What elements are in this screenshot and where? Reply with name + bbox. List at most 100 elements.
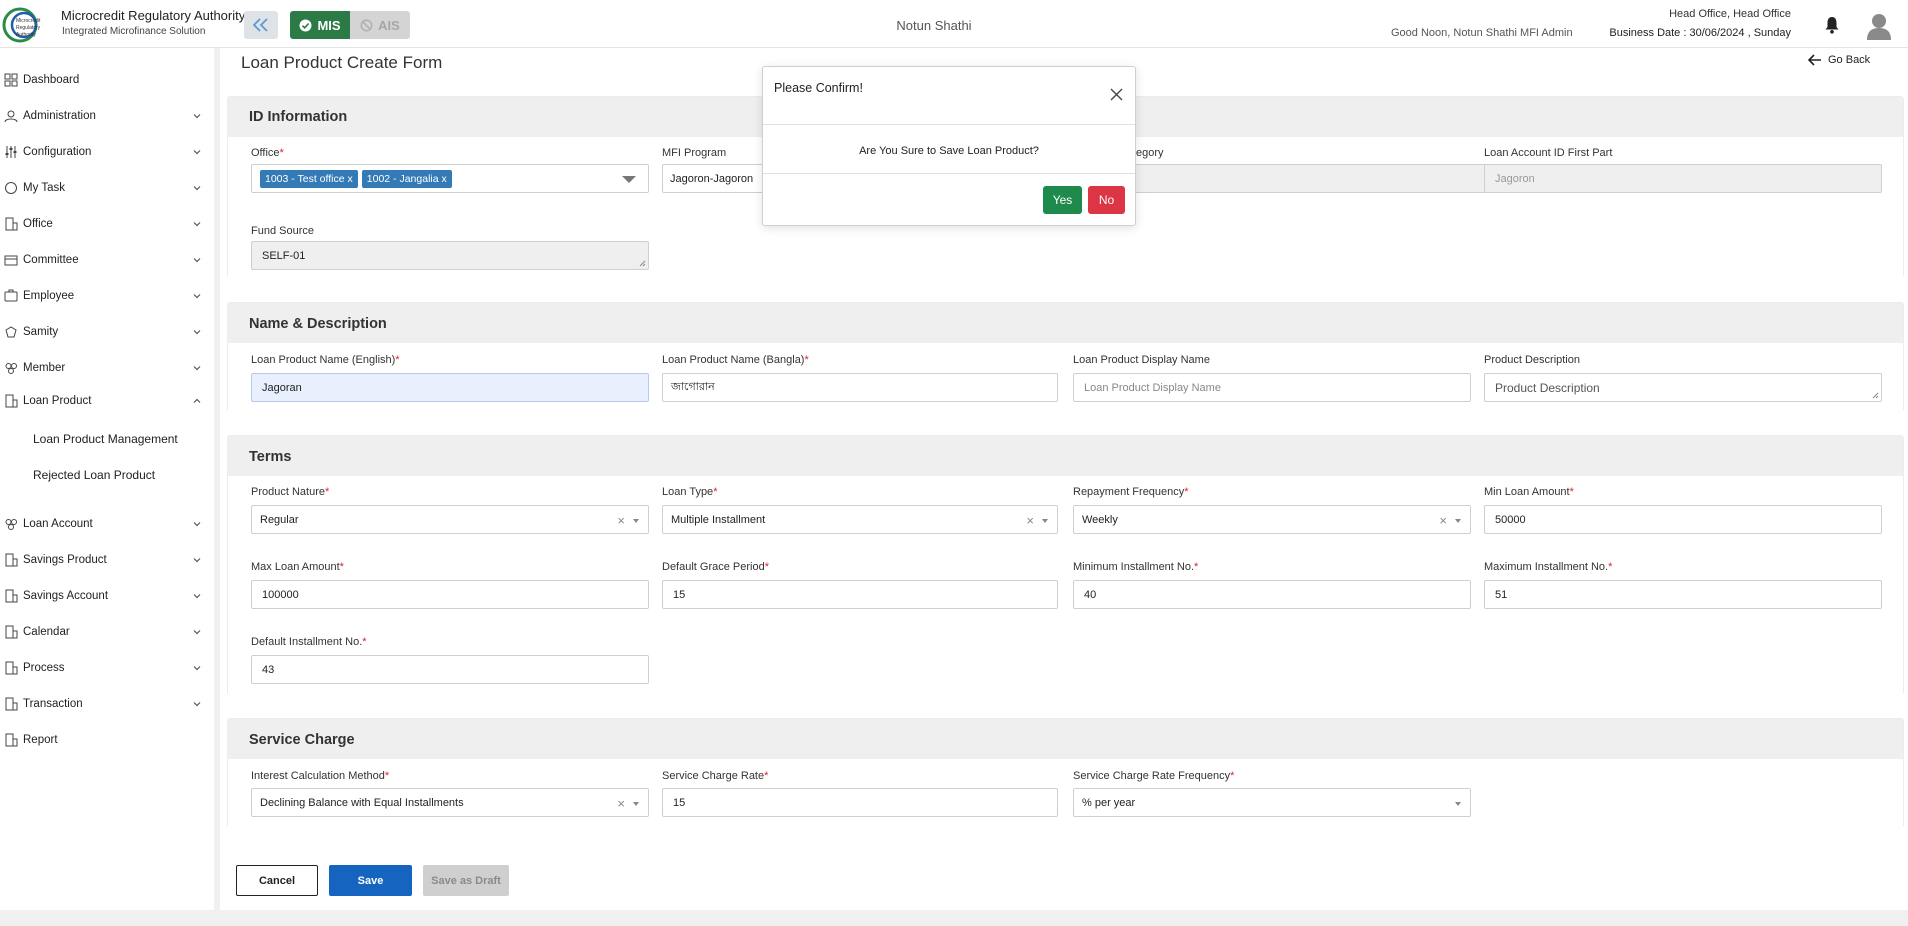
task-icon [5, 182, 17, 194]
save-button[interactable]: Save [329, 865, 412, 896]
office-tag: 1003 - Test office x [260, 169, 358, 188]
calendar-icon [5, 625, 18, 639]
tag-remove-button[interactable]: x [442, 173, 447, 185]
max-installment-input[interactable]: 51 [1484, 580, 1882, 609]
loan-type-label: Loan Type* [662, 486, 718, 498]
fund-source-field[interactable]: SELF-01 [251, 241, 649, 270]
tag-remove-button[interactable]: x [348, 173, 353, 185]
sidebar-subitem-rejected-loan-product[interactable]: Rejected Loan Product [33, 468, 155, 482]
clear-icon[interactable]: × [1439, 513, 1447, 528]
name-en-input[interactable]: Jagoran [251, 373, 649, 402]
sidebar-item-savings-account[interactable]: Savings Account [0, 581, 214, 611]
sidebar-item-samity[interactable]: Samity [0, 317, 214, 347]
sidebar-item-calendar[interactable]: Calendar [0, 617, 214, 647]
dialog-title: Please Confirm! [774, 81, 863, 95]
sidebar-item-office[interactable]: Office [0, 209, 214, 239]
admin-icon [4, 110, 18, 123]
office-multiselect[interactable]: 1003 - Test office x 1002 - Jangalia x [251, 164, 649, 193]
sidebar-item-report[interactable]: Report [0, 725, 214, 755]
sidebar-item-employee[interactable]: Employee [0, 281, 214, 311]
sidebar-item-dashboard[interactable]: Dashboard [0, 65, 214, 95]
display-name-input[interactable]: Loan Product Display Name [1073, 373, 1471, 402]
employee-icon [4, 289, 18, 302]
interest-method-label: Interest Calculation Method* [251, 770, 390, 782]
yes-button[interactable]: Yes [1043, 186, 1082, 214]
min-loan-input[interactable]: 50000 [1484, 505, 1882, 534]
caret-down-icon [633, 519, 639, 523]
save-as-draft-button[interactable]: Save as Draft [423, 865, 509, 896]
service-charge-rate-input[interactable]: 15 [662, 788, 1058, 817]
sidebar-label: Dashboard [23, 74, 80, 86]
divider [763, 124, 1135, 125]
chevron-down-icon [193, 702, 201, 707]
resize-handle-icon [639, 260, 646, 267]
caret-down-icon [1455, 802, 1461, 806]
product-nature-value: Regular [260, 513, 299, 526]
go-back-button[interactable]: Go Back [1808, 54, 1870, 66]
min-installment-input[interactable]: 40 [1073, 580, 1471, 609]
chevron-down-icon [193, 222, 201, 227]
default-installment-input[interactable]: 43 [251, 655, 649, 684]
sidebar-item-transaction[interactable]: Transaction [0, 689, 214, 719]
dashboard-icon [4, 73, 18, 87]
grace-period-label: Default Grace Period* [662, 561, 769, 573]
category-field[interactable] [1098, 164, 1496, 193]
chevron-down-icon [193, 258, 201, 263]
card-body: Loan Product Name (English)* Jagoran Loa… [228, 343, 1903, 412]
sidebar-label: Committee [23, 254, 79, 266]
max-loan-input[interactable]: 100000 [251, 580, 649, 609]
clear-icon[interactable]: × [617, 513, 625, 528]
office-icon [5, 217, 18, 231]
chevron-down-icon [193, 594, 201, 599]
page-title: Loan Product Create Form [241, 53, 443, 72]
rate-frequency-select[interactable]: % per year [1073, 788, 1471, 817]
sidebar-item-process[interactable]: Process [0, 653, 214, 683]
chevron-down-icon [193, 558, 201, 563]
card-body: Product Nature* Regular × Loan Type* Mul… [228, 476, 1903, 695]
savings-product-icon [5, 553, 18, 567]
chevron-down-icon [193, 186, 201, 191]
card-header: Service Charge [228, 719, 1903, 759]
notification-bell-icon[interactable] [1824, 16, 1840, 34]
sidebar-item-configuration[interactable]: Configuration [0, 137, 214, 167]
repayment-frequency-select[interactable]: Weekly × [1073, 505, 1471, 534]
caret-down-icon [1455, 519, 1461, 523]
card-header: Terms [228, 436, 1903, 476]
chevron-down-icon [193, 330, 201, 335]
grace-period-input[interactable]: 15 [662, 580, 1058, 609]
sidebar-item-member[interactable]: Member [0, 353, 214, 383]
user-avatar-icon[interactable] [1866, 12, 1892, 40]
description-placeholder: Product Description [1495, 380, 1600, 395]
organization-name: Notun Shathi [896, 18, 972, 33]
sidebar-item-loan-account[interactable]: Loan Account [0, 509, 214, 539]
clear-icon[interactable]: × [617, 796, 625, 811]
loan-type-select[interactable]: Multiple Installment × [662, 505, 1058, 534]
loan-account-id-label: Loan Account ID First Part [1484, 147, 1613, 159]
description-textarea[interactable]: Product Description [1484, 373, 1882, 402]
sidebar: Dashboard Administration Configuration M… [0, 48, 214, 910]
name-bn-label: Loan Product Name (Bangla)* [662, 354, 809, 366]
min-installment-label: Minimum Installment No.* [1073, 561, 1199, 573]
chevron-down-icon [193, 522, 201, 527]
name-bn-input[interactable]: জাগোরান [662, 373, 1058, 402]
cancel-button[interactable]: Cancel [236, 865, 318, 896]
sidebar-item-loan-product[interactable]: Loan Product [0, 386, 214, 416]
interest-method-select[interactable]: Declining Balance with Equal Installment… [251, 788, 649, 817]
resize-handle-icon [1872, 392, 1879, 399]
sidebar-item-committee[interactable]: Committee [0, 245, 214, 275]
chevron-down-icon [193, 114, 201, 119]
clear-icon[interactable]: × [1026, 513, 1034, 528]
sidebar-item-my-task[interactable]: My Task [0, 173, 214, 203]
close-icon[interactable] [1110, 88, 1123, 101]
samity-icon [5, 326, 17, 338]
loan-account-id-field[interactable]: Jagoron [1484, 164, 1882, 193]
sidebar-item-savings-product[interactable]: Savings Product [0, 545, 214, 575]
product-nature-select[interactable]: Regular × [251, 505, 649, 534]
rate-frequency-label: Service Charge Rate Frequency* [1073, 770, 1235, 782]
chevron-down-icon [193, 150, 201, 155]
sidebar-subitem-loan-product-management[interactable]: Loan Product Management [33, 432, 178, 446]
sidebar-label: Administration [23, 110, 96, 122]
no-button[interactable]: No [1088, 186, 1125, 214]
sidebar-item-administration[interactable]: Administration [0, 101, 214, 131]
name-description-card: Name & Description Loan Product Name (En… [227, 302, 1904, 412]
